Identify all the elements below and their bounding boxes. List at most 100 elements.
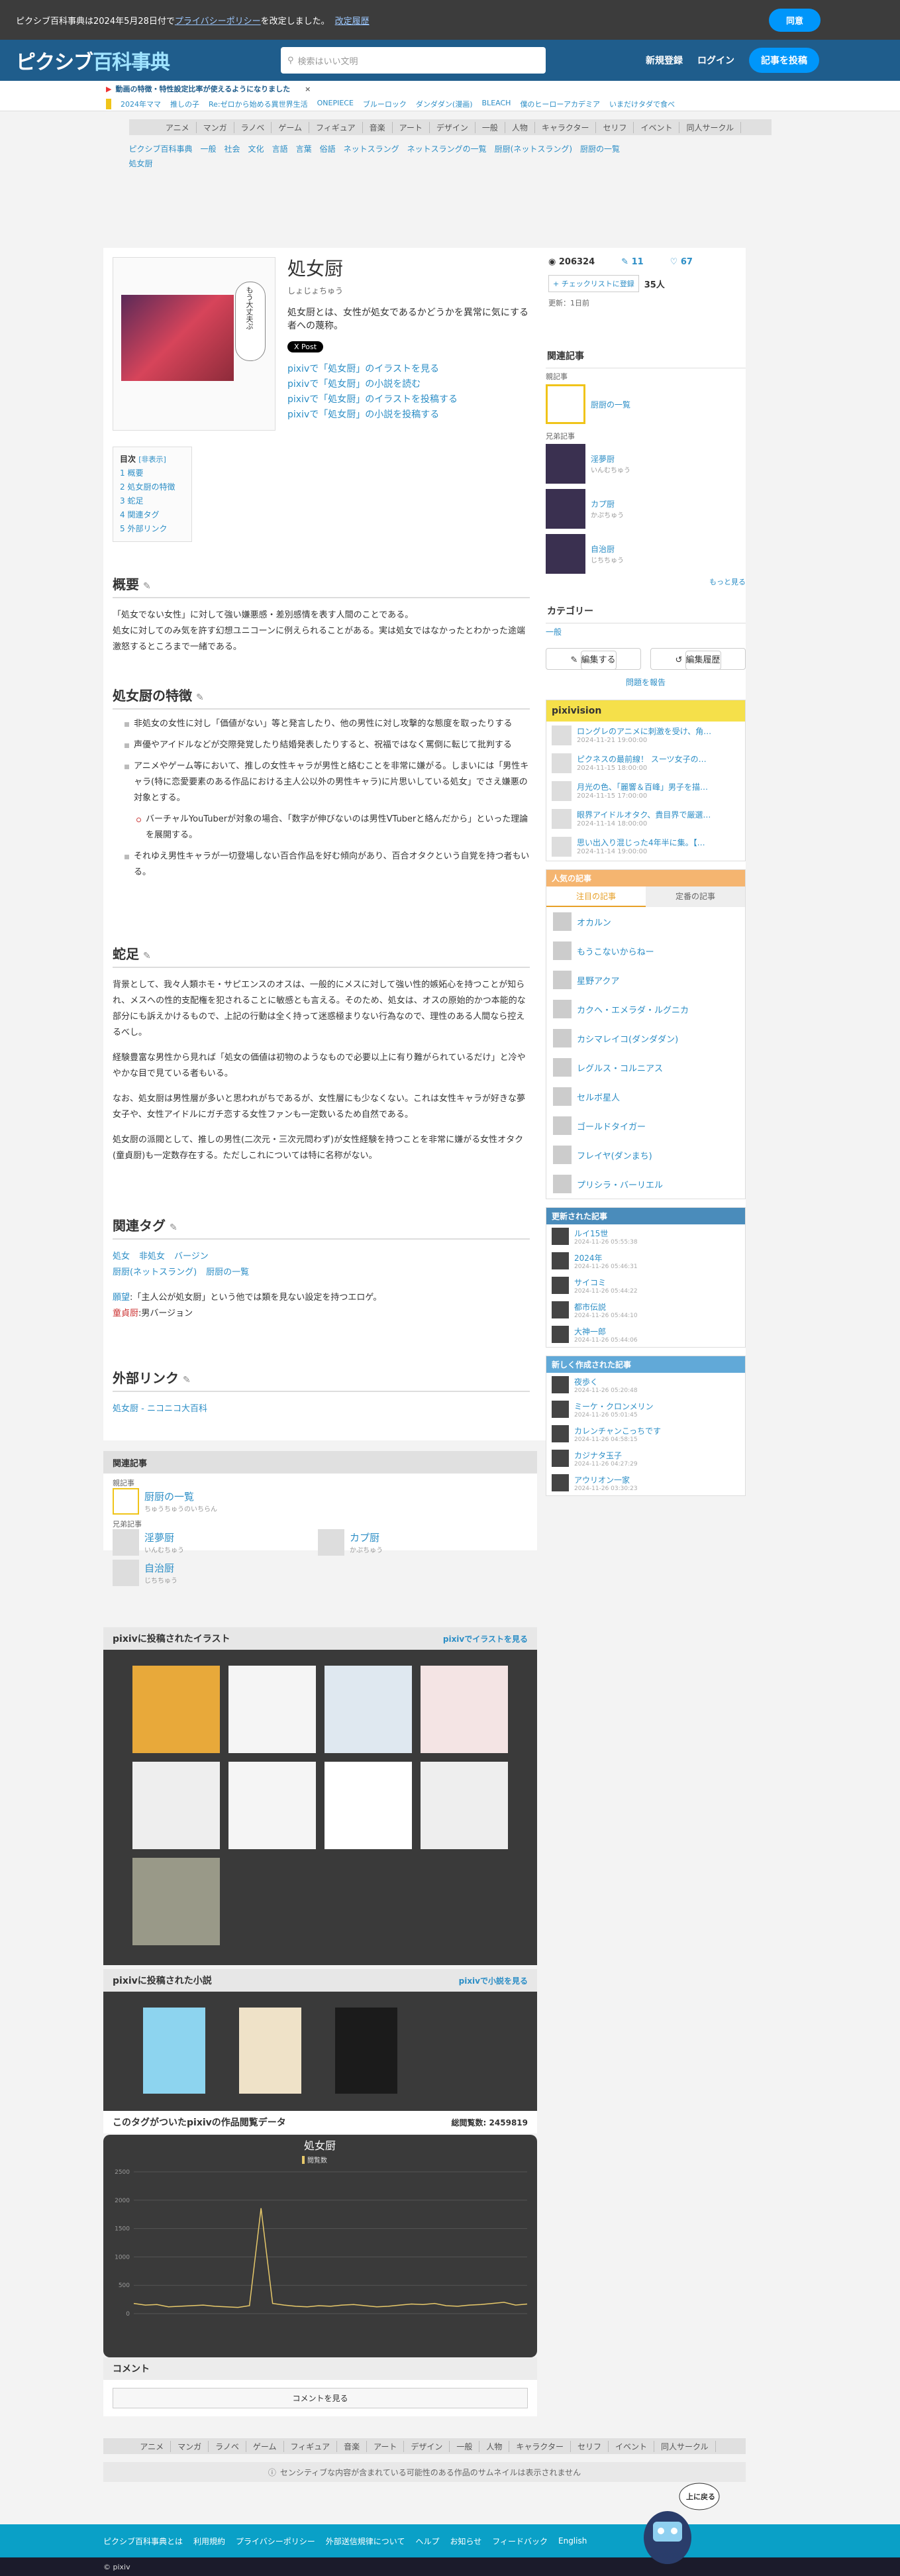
checklist-button[interactable]: + チェックリストに登録 — [548, 275, 639, 292]
tag-link[interactable]: 非処女 — [139, 1252, 165, 1261]
comment-count[interactable]: ✎ 11 — [621, 257, 644, 267]
popular-item[interactable]: 星野アクア — [546, 965, 745, 994]
category-item[interactable]: アート — [367, 2440, 405, 2452]
footer-link[interactable]: プライバシーポリシー — [236, 2536, 315, 2547]
trend-item[interactable]: Re:ゼロから始める異世界生活 — [209, 99, 308, 109]
updated-item[interactable]: カジナタ玉子 2024-11-26 04:27:29 — [546, 1446, 745, 1471]
pixiv-link[interactable]: pixivで「処女厨」のイラストを投稿する — [287, 392, 537, 407]
category-item[interactable]: セリフ — [596, 121, 634, 133]
popular-item[interactable]: カシマレイコ(ダンダダン) — [546, 1024, 745, 1053]
related-parent-item[interactable]: 厨厨の一覧 ちゅうちゅうのいちらん — [113, 1488, 528, 1515]
popular-item[interactable]: フレイヤ(ダンまち) — [546, 1140, 745, 1169]
more-novel-link[interactable]: pixivで小説を見る — [459, 1975, 528, 1986]
updated-item[interactable]: アウリオン一家 2024-11-26 03:30:23 — [546, 1471, 745, 1495]
category-item[interactable]: デザイン — [430, 121, 475, 133]
breadcrumb-item[interactable]: 言葉 — [296, 144, 312, 154]
related-sibling-item[interactable]: 自治厨 じちちゅう — [113, 1560, 318, 1586]
illust-thumbnail[interactable] — [421, 1666, 508, 1753]
category-item[interactable]: ラノベ — [234, 121, 272, 133]
to-top-mascot[interactable]: 上に戻る — [634, 2465, 721, 2571]
related-sibling-item[interactable]: 淫夢厨 いんむちゅう — [546, 441, 746, 486]
footer-link[interactable]: 利用規約 — [193, 2536, 225, 2547]
footer-link[interactable]: 外部送信規律について — [326, 2536, 405, 2547]
edit-pen-icon[interactable]: ✎ — [143, 951, 151, 961]
updated-item[interactable]: 都市伝説 2024-11-26 05:44:10 — [546, 1298, 745, 1322]
novel-cover[interactable] — [335, 2008, 397, 2094]
tab-classic[interactable]: 定番の記事 — [646, 886, 745, 907]
register-link[interactable]: 新規登録 — [646, 54, 683, 67]
breadcrumb-item[interactable]: 俗語 — [320, 144, 336, 154]
illust-thumbnail[interactable] — [325, 1666, 412, 1753]
pixivision-item[interactable]: 思い出入り混じった4年半に集。【… 2024-11-14 19:00:00 — [546, 833, 745, 861]
toc-item[interactable]: 1 概要 — [120, 466, 185, 480]
footer-link[interactable]: ヘルプ — [415, 2536, 439, 2547]
updated-item[interactable]: 大神一郎 2024-11-26 05:44:06 — [546, 1322, 745, 1347]
category-item[interactable]: ゲーム — [272, 121, 310, 133]
category-item[interactable]: フィギュア — [284, 2440, 338, 2452]
category-item[interactable]: アニメ — [159, 121, 197, 133]
tag-link[interactable]: 厨厨(ネットスラング) — [113, 1267, 197, 1277]
category-item[interactable]: セリフ — [571, 2440, 609, 2452]
post-article-button[interactable]: 記事を投稿 — [749, 48, 819, 73]
pixiv-link[interactable]: pixivで「処女厨」の小説を読む — [287, 377, 537, 392]
illust-thumbnail[interactable] — [325, 1762, 412, 1849]
pixivision-item[interactable]: ピクネスの最前線！ スーツ女子の… 2024-11-15 18:00:00 — [546, 749, 745, 777]
more-link[interactable]: もっと見る — [546, 576, 746, 587]
view-comments-button[interactable]: コメントを見る — [113, 2388, 528, 2408]
trend-item[interactable]: ブルーロック — [363, 99, 407, 109]
category-item[interactable]: 音楽 — [337, 2440, 368, 2452]
edit-pen-icon[interactable]: ✎ — [143, 581, 151, 592]
updated-item[interactable]: ミーケ・クロンメリン 2024-11-26 05:01:45 — [546, 1397, 745, 1422]
breadcrumb-item[interactable]: 厨厨の一覧 — [580, 144, 620, 154]
tab-trending[interactable]: 注目の記事 — [546, 886, 646, 907]
x-post-button[interactable]: X Post — [287, 341, 324, 352]
revision-link[interactable]: 改定履歴 — [335, 14, 370, 27]
privacy-link[interactable]: プライバシーポリシー — [175, 14, 261, 27]
footer-link[interactable]: フィードバック — [492, 2536, 548, 2547]
category-item[interactable]: イベント — [609, 2440, 654, 2452]
category-item[interactable]: マンガ — [197, 121, 234, 133]
like-count[interactable]: ♡ 67 — [670, 257, 693, 267]
report-link[interactable]: 問題を報告 — [546, 676, 746, 688]
tag-link[interactable]: 厨厨の一覧 — [206, 1267, 249, 1277]
agree-button[interactable]: 同意 — [768, 8, 821, 32]
category-item[interactable]: キャラクター — [535, 121, 597, 133]
tag-note1-link[interactable]: 願望 — [113, 1293, 130, 1303]
toc-item[interactable]: 2 処女厨の特徴 — [120, 480, 185, 494]
trend-item[interactable]: いまだけタダで食べ — [609, 99, 675, 109]
more-illust-link[interactable]: pixivでイラストを見る — [443, 1633, 528, 1644]
popular-item[interactable]: ゴールドタイガー — [546, 1111, 745, 1140]
tag-link[interactable]: バージン — [174, 1252, 209, 1261]
ext-link[interactable]: 処女厨 - ニコニコ大百科 — [113, 1401, 530, 1417]
category-item[interactable]: 一般 — [475, 121, 505, 133]
close-icon[interactable]: × — [305, 85, 311, 93]
breadcrumb-item[interactable]: ネットスラングの一覧 — [407, 144, 487, 154]
footer-link[interactable]: ピクシブ百科事典とは — [103, 2536, 183, 2547]
related-sibling-item[interactable]: カプ厨 かぷちゅう — [546, 486, 746, 531]
category-item[interactable]: 同人サークル — [654, 2440, 716, 2452]
popular-item[interactable]: もうこないからねー — [546, 936, 745, 965]
category-item[interactable]: ラノベ — [209, 2440, 246, 2452]
illust-thumbnail[interactable] — [421, 1762, 508, 1849]
trend-item[interactable]: ONEPIECE — [317, 99, 354, 109]
category-item[interactable]: 同人サークル — [679, 121, 742, 133]
breadcrumb-item[interactable]: ネットスラング — [344, 144, 399, 154]
category-item[interactable]: 一般 — [450, 2440, 480, 2452]
pixiv-link[interactable]: pixivで「処女厨」のイラストを見る — [287, 362, 537, 377]
edit-pen-icon[interactable]: ✎ — [170, 1222, 177, 1233]
edit-pen-icon[interactable]: ✎ — [196, 692, 204, 703]
illust-thumbnail[interactable] — [132, 1666, 220, 1753]
breadcrumb-item[interactable]: ピクシブ百科事典 — [129, 144, 193, 154]
illust-thumbnail[interactable] — [132, 1762, 220, 1849]
footer-link[interactable]: English — [558, 2536, 587, 2546]
tag-note2-link[interactable]: 童貞厨 — [113, 1309, 138, 1318]
notice-text[interactable]: 動画の特徴・特性設定比率が使えるようになりました — [115, 83, 290, 94]
updated-item[interactable]: 2024年 2024-11-26 05:46:31 — [546, 1249, 745, 1273]
updated-item[interactable]: ルイ15世 2024-11-26 05:55:38 — [546, 1224, 745, 1249]
trend-item[interactable]: 僕のヒーローアカデミア — [520, 99, 600, 109]
article-thumbnail[interactable]: もう大丈夫ぷ — [113, 257, 275, 431]
related-sibling-item[interactable]: カプ厨 かぷちゅう — [318, 1529, 523, 1556]
trend-item[interactable]: ダンダダン(漫画) — [416, 99, 473, 109]
edit-pen-icon[interactable]: ✎ — [183, 1375, 191, 1385]
search-input[interactable]: ⚲ 検索はいい文明 — [281, 47, 546, 74]
